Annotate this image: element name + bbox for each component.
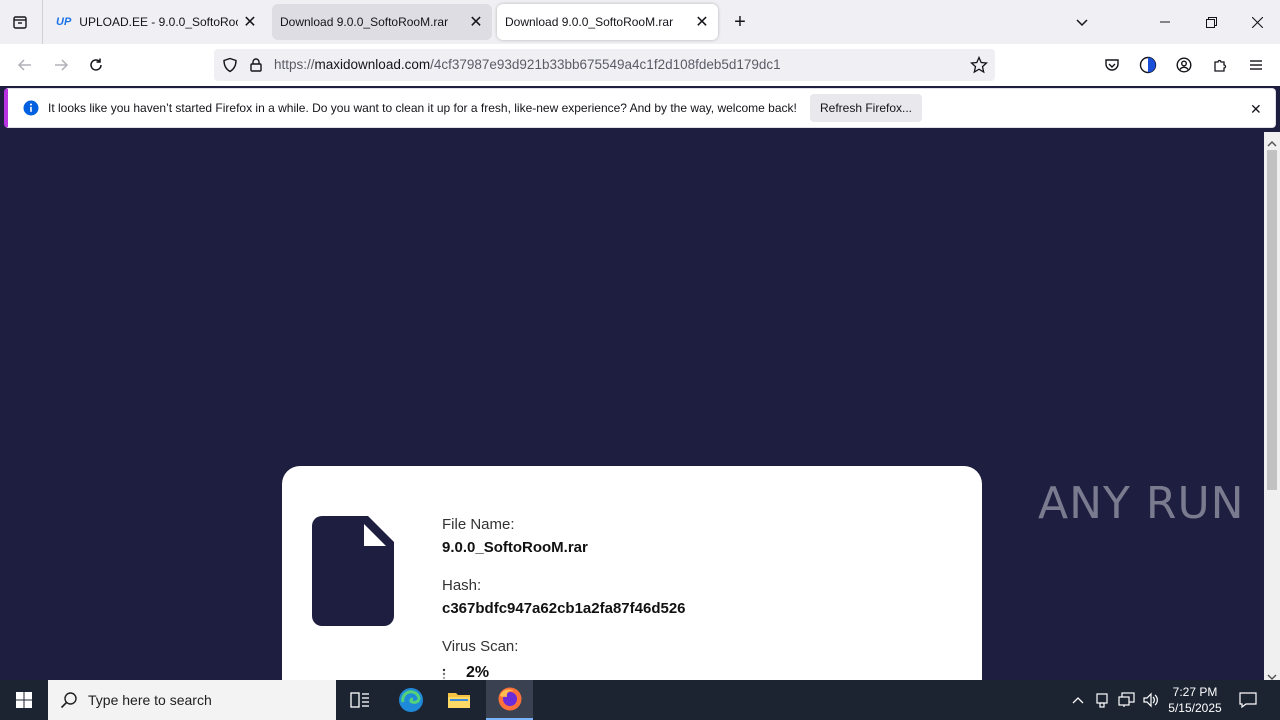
new-tab-button[interactable]: +: [726, 8, 754, 36]
network-icon: [1118, 692, 1135, 707]
chat-bubble-icon: [1239, 692, 1257, 708]
account-button[interactable]: [1170, 50, 1198, 80]
file-info-card: File Name: 9.0.0_SoftoRooM.rar Hash: c36…: [282, 466, 982, 680]
search-placeholder: Type here to search: [88, 692, 212, 708]
firefox-taskbar-button[interactable]: [486, 680, 533, 720]
tab-download-2[interactable]: Download 9.0.0_SoftoRooM.rar ✕: [497, 4, 718, 40]
taskbar-search[interactable]: Type here to search: [48, 680, 336, 720]
taskbar-clock[interactable]: 7:27 PM 5/15/2025: [1160, 684, 1230, 716]
url-path: /4cf37987e93d921b33bb675549a4c1f2d108fde…: [430, 57, 781, 72]
close-icon: [1251, 16, 1263, 28]
page-content: File Name: 9.0.0_SoftoRooM.rar Hash: c36…: [0, 132, 1264, 680]
file-name-value: 9.0.0_SoftoRooM.rar: [442, 539, 588, 556]
firefox-icon: [498, 687, 521, 711]
tab-bar: UP UPLOAD.EE - 9.0.0_SoftoRooM.rar ✕ Dow…: [0, 0, 1280, 44]
anyrun-watermark: ANY RUN: [1038, 478, 1245, 529]
clock-time: 7:27 PM: [1172, 685, 1218, 699]
folder-icon: [448, 693, 470, 708]
file-name-label: File Name:: [442, 516, 515, 533]
url-text[interactable]: https://maxidownload.com/4cf37987e93d921…: [274, 57, 781, 72]
extensions-button[interactable]: [1206, 50, 1234, 80]
device-tray-icon[interactable]: [1092, 690, 1112, 710]
speaker-icon: [1143, 692, 1158, 708]
restore-icon: [1205, 16, 1217, 28]
clock-date: 5/15/2025: [1168, 701, 1222, 715]
refresh-firefox-button[interactable]: Refresh Firefox...: [810, 94, 922, 122]
url-bar[interactable]: https://maxidownload.com/4cf37987e93d921…: [214, 49, 995, 81]
bookmark-star-icon[interactable]: [969, 55, 989, 79]
tab-title: UPLOAD.EE - 9.0.0_SoftoRooM.rar: [79, 15, 238, 29]
restore-button[interactable]: [1188, 6, 1234, 38]
refresh-firefox-notification: It looks like you haven’t started Firefo…: [4, 88, 1276, 128]
hash-value: c367bdfc947a62cb1a2fa87f46d526: [442, 600, 686, 617]
hash-label: Hash:: [442, 577, 482, 594]
reload-icon: [90, 58, 102, 71]
file-icon: [312, 516, 394, 626]
account-icon: [1176, 57, 1192, 73]
url-host: maxidownload.com: [314, 57, 431, 72]
forward-button[interactable]: [46, 50, 76, 80]
search-icon: [60, 691, 78, 714]
task-view-icon: [350, 692, 369, 708]
start-button[interactable]: [0, 680, 48, 720]
close-tab-icon[interactable]: ✕: [690, 10, 714, 34]
pocket-button[interactable]: [1098, 50, 1126, 80]
tab-upload-ee[interactable]: UP UPLOAD.EE - 9.0.0_SoftoRooM.rar ✕: [48, 4, 266, 40]
notification-message: It looks like you haven’t started Firefo…: [48, 101, 797, 115]
tab-title: Download 9.0.0_SoftoRooM.rar: [505, 15, 674, 29]
tab-separator: [42, 0, 43, 44]
virus-scan-label: Virus Scan:: [442, 638, 519, 655]
tab-title: Download 9.0.0_SoftoRooM.rar: [280, 15, 449, 29]
edge-taskbar-button[interactable]: [390, 680, 432, 720]
contrast-button[interactable]: [1134, 50, 1162, 80]
volume-tray-icon[interactable]: [1140, 690, 1162, 710]
tracking-protection-icon[interactable]: [222, 57, 238, 78]
arrow-left-icon: [17, 59, 31, 71]
minimize-button[interactable]: [1142, 6, 1188, 38]
close-window-button[interactable]: [1234, 6, 1280, 38]
edge-icon: [399, 688, 423, 712]
windows-logo-icon: [16, 692, 32, 708]
lock-icon[interactable]: [248, 57, 264, 78]
arrow-right-icon: [55, 59, 69, 71]
scroll-thumb[interactable]: [1267, 150, 1277, 490]
chevron-down-icon: [1076, 19, 1088, 27]
close-tab-icon[interactable]: ✕: [464, 10, 488, 34]
info-icon: [23, 100, 39, 121]
list-tabs-dropdown[interactable]: [1068, 8, 1096, 36]
plus-icon: +: [734, 10, 746, 33]
pocket-icon: [1105, 59, 1119, 71]
app-menu-button[interactable]: [1242, 50, 1270, 80]
hamburger-menu-icon: [1250, 60, 1262, 70]
back-button[interactable]: [10, 50, 40, 80]
show-hidden-icons-button[interactable]: [1068, 690, 1088, 710]
network-tray-icon[interactable]: [1116, 690, 1138, 710]
close-notification-icon[interactable]: ✕: [1250, 101, 1262, 118]
page-scrollbar[interactable]: [1264, 132, 1280, 681]
tab-download-1[interactable]: Download 9.0.0_SoftoRooM.rar ✕: [272, 4, 492, 40]
close-tab-icon[interactable]: ✕: [238, 10, 262, 34]
tab-overview-icon: [13, 16, 27, 29]
windows-taskbar: Type here to search 7:27 PM 5/15/2025: [0, 680, 1280, 720]
virus-scan-progress: 2%: [466, 664, 490, 680]
notification-center-button[interactable]: [1234, 688, 1262, 712]
spinner-icon: [442, 667, 448, 680]
chevron-up-icon: [1072, 697, 1084, 704]
url-scheme: https://: [274, 57, 315, 72]
upload-ee-favicon: UP: [56, 16, 72, 28]
usb-device-icon: [1096, 693, 1108, 708]
list-all-tabs-button[interactable]: [6, 8, 34, 36]
contrast-icon: [1139, 56, 1157, 74]
minimize-icon: [1160, 21, 1170, 23]
task-view-button[interactable]: [340, 680, 380, 720]
navigation-toolbar: https://maxidownload.com/4cf37987e93d921…: [0, 44, 1280, 86]
file-explorer-taskbar-button[interactable]: [438, 680, 480, 720]
reload-button[interactable]: [81, 50, 111, 80]
puzzle-icon: [1214, 59, 1227, 72]
